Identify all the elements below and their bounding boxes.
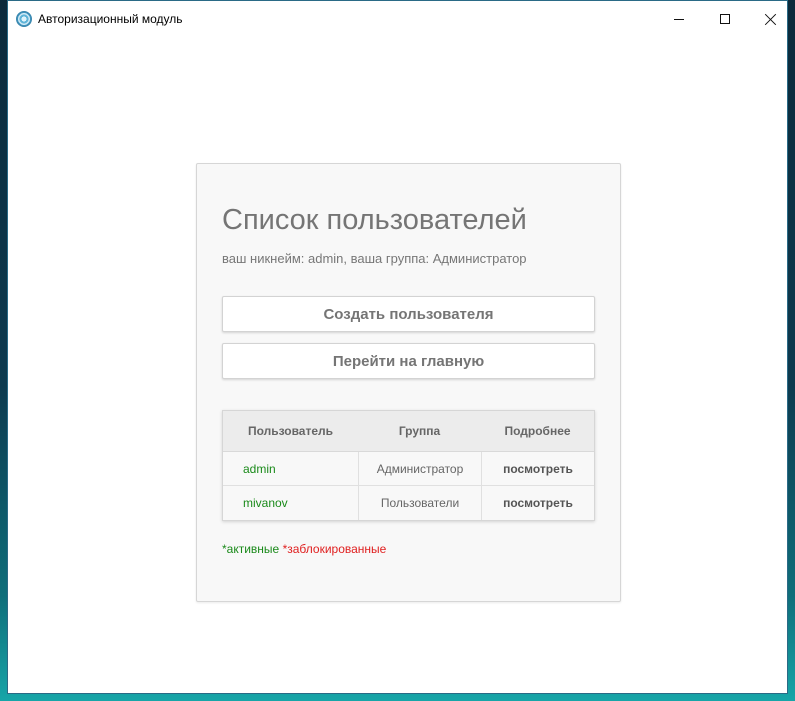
- header-user: Пользователь: [247, 424, 334, 438]
- table-header: Пользователь Группа Подробнее: [223, 411, 594, 452]
- header-details: Подробнее: [504, 424, 571, 438]
- minimize-icon: [674, 18, 684, 20]
- table-row: admin Администратор посмотреть: [223, 452, 594, 486]
- user-name-cell: admin: [243, 461, 276, 476]
- user-group-cell: Пользователи: [358, 486, 481, 520]
- close-icon: [765, 13, 777, 25]
- go-home-button[interactable]: Перейти на главную: [222, 343, 595, 379]
- legend-blocked: *заблокированные: [282, 542, 387, 556]
- current-user-info: ваш никнейм: admin, ваша группа: Админис…: [222, 251, 527, 266]
- app-globe-icon: [16, 11, 32, 27]
- users-table: Пользователь Группа Подробнее admin Адми…: [222, 410, 595, 521]
- view-details-link[interactable]: посмотреть: [481, 486, 594, 520]
- header-group: Группа: [398, 424, 441, 438]
- user-group-cell: Администратор: [358, 452, 481, 485]
- minimize-button[interactable]: [656, 1, 702, 37]
- maximize-button[interactable]: [702, 1, 748, 37]
- user-list-card: Список пользователей ваш никнейм: admin,…: [196, 163, 621, 602]
- legend-active: *активные: [222, 542, 280, 556]
- status-legend: *активные *заблокированные: [222, 542, 386, 556]
- close-button[interactable]: [748, 1, 794, 37]
- title-bar[interactable]: Авторизационный модуль: [8, 1, 787, 37]
- page-title: Список пользователей: [222, 204, 527, 236]
- view-details-link[interactable]: посмотреть: [481, 452, 594, 485]
- app-window: Авторизационный модуль Список пользовате…: [7, 0, 788, 694]
- maximize-icon: [720, 14, 730, 24]
- create-user-button[interactable]: Создать пользователя: [222, 296, 595, 332]
- table-row: mivanov Пользователи посмотреть: [223, 486, 594, 520]
- window-title: Авторизационный модуль: [38, 12, 183, 26]
- user-name-cell: mivanov: [243, 496, 288, 510]
